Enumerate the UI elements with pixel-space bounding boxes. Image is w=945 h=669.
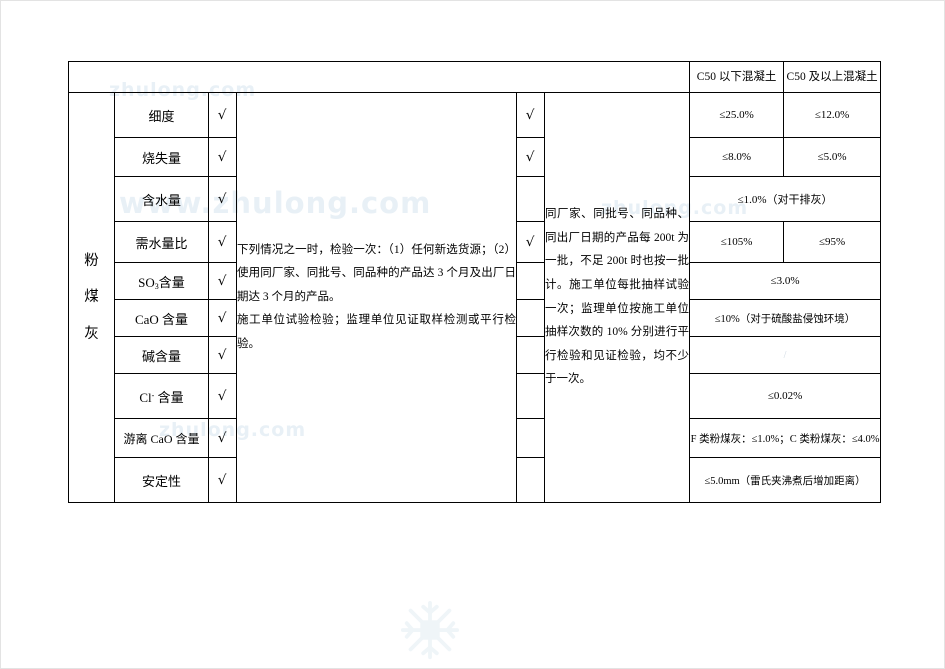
checkmark-icon: √ [218, 274, 227, 289]
value-so3: ≤3.0% [689, 262, 882, 300]
check1-so3-content[interactable]: √ [208, 262, 237, 300]
value-chloride: ≤0.02% [689, 373, 882, 419]
checkmark-icon: √ [218, 235, 227, 250]
check1-moisture[interactable]: √ [208, 176, 237, 222]
check2-row10[interactable] [516, 457, 545, 503]
checkmark-icon: √ [218, 311, 227, 326]
check1-alkali-content[interactable]: √ [208, 336, 237, 374]
checkmark-icon: √ [218, 108, 227, 123]
value-fineness-below: ≤25.0% [689, 92, 785, 138]
header-blank-cell [67, 61, 691, 93]
item-soundness: 安定性 [114, 457, 209, 503]
check1-water-demand-ratio[interactable]: √ [208, 221, 237, 263]
checkmark-icon: √ [218, 431, 227, 446]
checkmark-icon: √ [526, 150, 535, 165]
group-label-fly-ash: 粉 煤 灰 [68, 92, 115, 503]
item-chloride-content: Cl- 含量 [114, 373, 209, 419]
group-char-2: 煤 [84, 289, 99, 306]
value-cao: ≤10%（对于硫酸盐侵蚀环境） [689, 299, 882, 337]
check1-soundness[interactable]: √ [208, 457, 237, 503]
item-so3-symbol: SO [138, 274, 155, 290]
snowflake-watermark-icon [400, 600, 460, 660]
item-so3-suffix: 含量 [158, 274, 185, 290]
item-so3-content: SO3含量 [114, 262, 209, 300]
item-cl-symbol: Cl [139, 389, 152, 405]
check2-row7[interactable] [516, 336, 545, 374]
check2-row3[interactable] [516, 176, 545, 222]
checkmark-icon: √ [218, 389, 227, 404]
item-water-demand-ratio: 需水量比 [114, 221, 209, 263]
inspection-table: C50 以下混凝土 C50 及以上混凝土 粉 煤 灰 细度 √ 下列情况之一时，… [67, 61, 882, 503]
item-loss-on-ignition: 烧失量 [114, 137, 209, 177]
group-char-3: 灰 [84, 325, 99, 342]
check2-row1[interactable]: √ [516, 92, 545, 138]
check1-free-cao-content[interactable]: √ [208, 418, 237, 458]
header-c50-above: C50 及以上混凝土 [783, 61, 882, 93]
check1-chloride-content[interactable]: √ [208, 373, 237, 419]
check2-row4[interactable]: √ [516, 221, 545, 263]
check1-loss-on-ignition[interactable]: √ [208, 137, 237, 177]
description-left-p2: 施工单位试验检验；监理单位见证取样检测或平行检验。 [237, 314, 516, 350]
description-right: 同厂家、同批号、同品种、同出厂日期的产品每 200t 为一批，不足 200t 时… [543, 92, 691, 503]
group-char-1: 粉 [84, 252, 99, 269]
table-header-row: C50 以下混凝土 C50 及以上混凝土 [67, 61, 882, 93]
item-fineness: 细度 [114, 92, 209, 138]
value-loss-above: ≤5.0% [783, 137, 882, 177]
description-left-p1: 下列情况之一时，检验一次：（1）任何新选货源；（2）使用同厂家、同批号、同品种的… [237, 243, 516, 303]
check1-cao-content[interactable]: √ [208, 299, 237, 337]
value-fineness-above: ≤12.0% [783, 92, 882, 138]
header-c50-below: C50 以下混凝土 [689, 61, 785, 93]
checkmark-icon: √ [526, 235, 535, 250]
check2-row8[interactable] [516, 373, 545, 419]
value-water-demand-below: ≤105% [689, 221, 785, 263]
check2-row5[interactable] [516, 262, 545, 300]
checkmark-icon: √ [218, 192, 227, 207]
inspection-table-wrapper: C50 以下混凝土 C50 及以上混凝土 粉 煤 灰 细度 √ 下列情况之一时，… [67, 61, 882, 503]
description-right-p1: 同厂家、同批号、同品种、同出厂日期的产品每 200t 为一批，不足 200t 时… [545, 208, 690, 386]
item-alkali-content: 碱含量 [114, 336, 209, 374]
value-alkali: / [689, 336, 882, 374]
checkmark-icon: √ [218, 473, 227, 488]
item-cao-content: CaO 含量 [114, 299, 209, 337]
checkmark-icon: √ [218, 348, 227, 363]
check2-row6[interactable] [516, 299, 545, 337]
value-water-demand-above: ≤95% [783, 221, 882, 263]
item-cl-suffix: 含量 [154, 389, 184, 405]
check2-row2[interactable]: √ [516, 137, 545, 177]
table-row: 粉 煤 灰 细度 √ 下列情况之一时，检验一次：（1）任何新选货源；（2）使用同… [68, 92, 882, 503]
value-free-cao: F 类粉煤灰：≤1.0%；C 类粉煤灰：≤4.0% [689, 418, 882, 458]
check2-row9[interactable] [516, 418, 545, 458]
check1-fineness[interactable]: √ [208, 92, 237, 138]
item-free-cao-content: 游离 CaO 含量 [114, 418, 209, 458]
checkmark-icon: √ [526, 108, 535, 123]
value-soundness: ≤5.0mm（雷氏夹沸煮后增加距离） [689, 457, 882, 503]
description-left: 下列情况之一时，检验一次：（1）任何新选货源；（2）使用同厂家、同批号、同品种的… [236, 92, 517, 503]
checkmark-icon: √ [218, 150, 227, 165]
document-page: zhulong.com www.zhulong.com zhulong.com … [0, 0, 945, 669]
value-moisture: ≤1.0%（对干排灰） [689, 176, 882, 222]
value-loss-below: ≤8.0% [689, 137, 785, 177]
item-moisture: 含水量 [114, 176, 209, 222]
